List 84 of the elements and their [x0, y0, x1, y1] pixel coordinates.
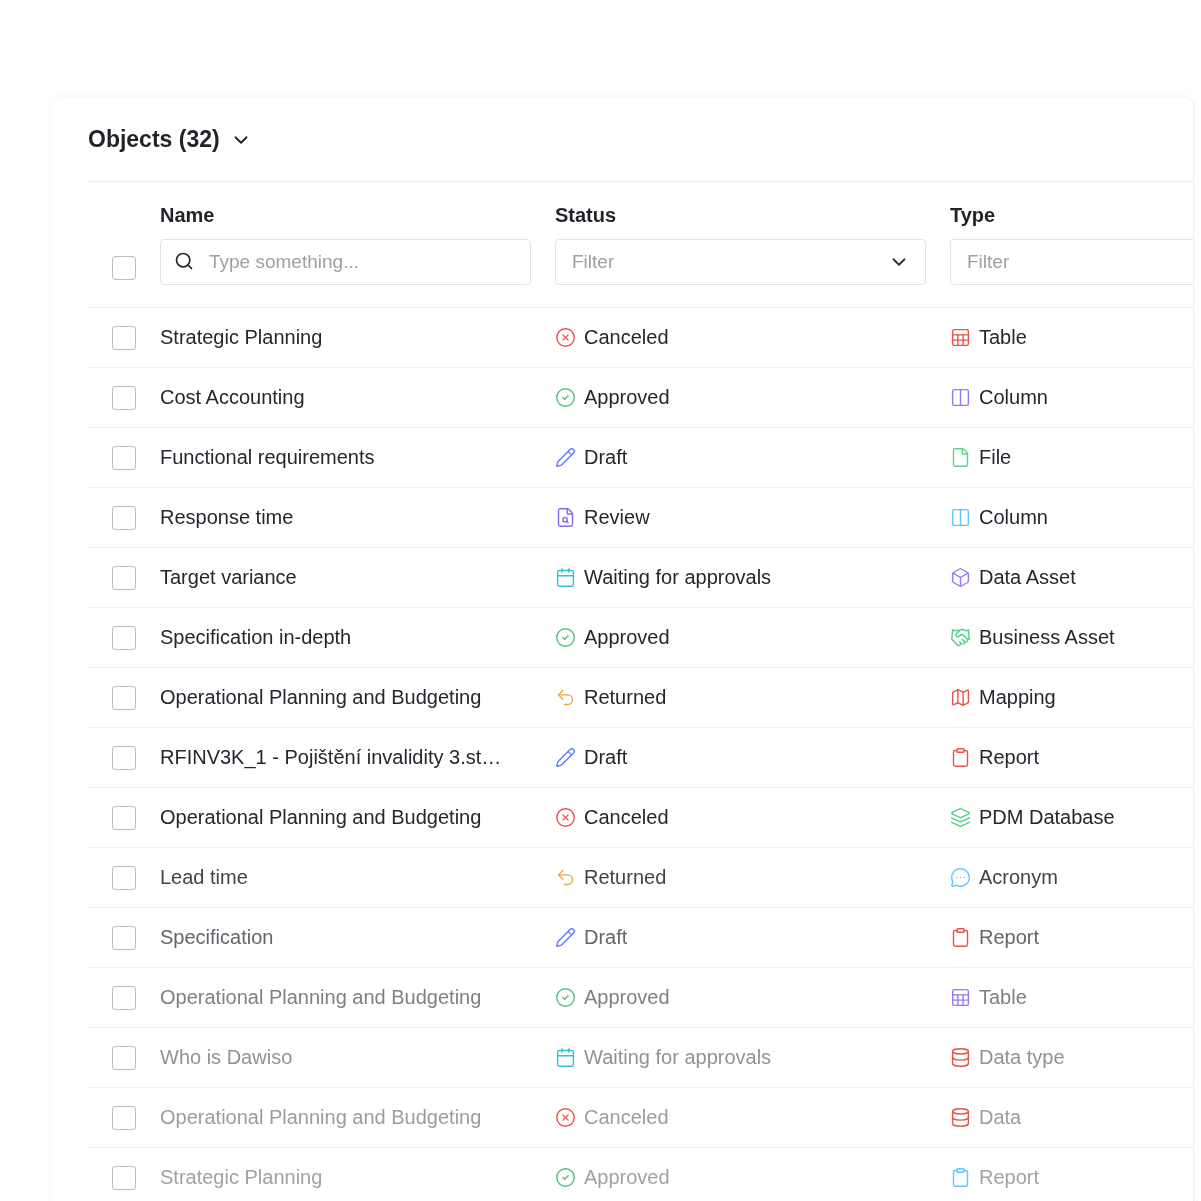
type-label: Table: [979, 986, 1027, 1009]
name-cell-text: Strategic Planning: [160, 1166, 324, 1189]
return-arrow-icon: [555, 687, 576, 708]
cancel-icon: [555, 1107, 576, 1128]
status-label: Draft: [584, 926, 628, 949]
type-label: Column: [979, 506, 1048, 529]
objects-dropdown[interactable]: Objects (32): [88, 126, 252, 153]
checkbox[interactable]: [112, 925, 136, 950]
name-cell-text: Response time: [160, 506, 295, 529]
checkbox[interactable]: [112, 685, 136, 710]
status-label: Returned: [584, 686, 667, 709]
cancel-icon: [555, 327, 576, 348]
type-label: PDM Database: [979, 806, 1115, 829]
type-label: Data Asset: [979, 566, 1076, 589]
checkbox[interactable]: [112, 985, 136, 1010]
status-label: Draft: [584, 746, 628, 769]
type-label: Report: [979, 1166, 1040, 1189]
checkbox[interactable]: [112, 565, 136, 590]
name-cell-text: Specification in-depth: [160, 626, 353, 649]
check-circle-icon: [555, 1167, 576, 1188]
status-label: Review: [584, 506, 650, 529]
cancel-icon: [555, 807, 576, 828]
calendar-icon: [555, 567, 576, 588]
type-label: Data type: [979, 1046, 1065, 1069]
name-cell-text: Operational Planning and Budgeting: [160, 686, 483, 709]
check-circle-icon: [555, 387, 576, 408]
checkbox[interactable]: [112, 1045, 136, 1070]
type-label: Business Asset: [979, 626, 1115, 649]
type-label: Table: [979, 326, 1027, 349]
name-cell-text: Specification: [160, 926, 275, 949]
checkbox[interactable]: [112, 1165, 136, 1190]
filter-dropdown[interactable]: Filter: [555, 239, 926, 285]
file-search-icon: [555, 507, 576, 528]
type-label: Acronym: [979, 866, 1058, 889]
status-label: Canceled: [584, 806, 669, 829]
type-label: Data: [979, 1106, 1022, 1129]
name-cell-text: Lead time: [160, 866, 249, 889]
name-cell-text: Target variance: [160, 566, 298, 589]
name-cell-text: Cost Accounting: [160, 386, 306, 409]
checkbox[interactable]: [112, 805, 136, 830]
type-label: Report: [979, 746, 1040, 769]
checkbox[interactable]: [112, 445, 136, 470]
status-label: Canceled: [584, 1106, 669, 1129]
pencil-icon: [555, 747, 576, 768]
status-label: Approved: [584, 386, 670, 409]
name-cell-text: RFINV3K_1 - Pojištění invalidity 3.st…: [160, 746, 503, 769]
calendar-icon: [555, 1047, 576, 1068]
checkbox[interactable]: [112, 385, 136, 410]
name-cell-text: Operational Planning and Budgeting: [160, 1106, 483, 1129]
status-label: Approved: [584, 626, 670, 649]
checkbox[interactable]: [112, 325, 136, 350]
name-cell-text: Functional requirements: [160, 446, 376, 469]
checkbox[interactable]: [112, 505, 136, 530]
column-header: Type: [950, 204, 997, 227]
column-header: Name: [160, 204, 216, 227]
filter-field[interactable]: Filter: [950, 239, 1193, 285]
search-icon: [174, 251, 194, 271]
return-arrow-icon: [555, 867, 576, 888]
type-label: Report: [979, 926, 1040, 949]
status-label: Approved: [584, 1166, 670, 1189]
name-cell-text: Operational Planning and Budgeting: [160, 986, 483, 1009]
name-cell-text: Strategic Planning: [160, 326, 324, 349]
status-label: Waiting for approvals: [584, 1046, 772, 1069]
type-label: Mapping: [979, 686, 1056, 709]
checkbox[interactable]: [112, 865, 136, 890]
status-label: Returned: [584, 866, 667, 889]
status-label: Waiting for approvals: [584, 566, 772, 589]
check-circle-icon: [555, 627, 576, 648]
pencil-icon: [555, 927, 576, 948]
search-field[interactable]: Type something...: [160, 239, 531, 285]
checkbox[interactable]: [112, 255, 136, 280]
status-label: Approved: [584, 986, 670, 1009]
checkbox[interactable]: [112, 745, 136, 770]
name-cell-text: Who is Dawiso: [160, 1046, 294, 1069]
status-label: Canceled: [584, 326, 669, 349]
checkbox[interactable]: [112, 1105, 136, 1130]
name-cell-text: Operational Planning and Budgeting: [160, 806, 483, 829]
check-circle-icon: [555, 987, 576, 1008]
column-header: Status: [555, 204, 618, 227]
type-label: File: [979, 446, 1012, 469]
pencil-icon: [555, 447, 576, 468]
type-label: Column: [979, 386, 1048, 409]
checkbox[interactable]: [112, 625, 136, 650]
status-label: Draft: [584, 446, 628, 469]
